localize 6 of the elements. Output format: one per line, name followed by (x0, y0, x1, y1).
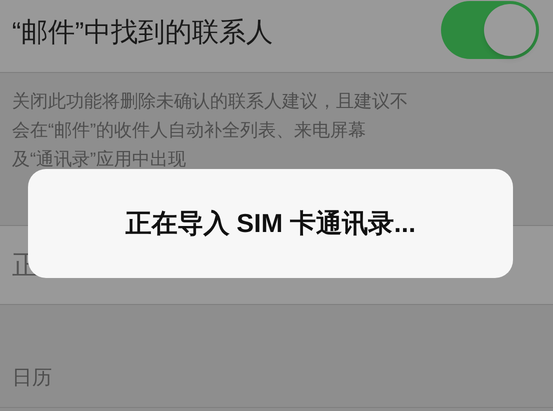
section-header: 日历 (12, 366, 52, 391)
alert-message: 正在导入 SIM 卡通讯录... (125, 207, 416, 240)
footer-note-line: 会在“邮件”的收件人自动补全列表、来电屏幕 (12, 119, 367, 142)
setting-label: “邮件”中找到的联系人 (12, 16, 273, 49)
footer-note-line: 及“通讯录”应用中出现 (12, 148, 187, 171)
footer-note-line: 关闭此功能将删除未确认的联系人建议，且建议不 (12, 90, 409, 113)
